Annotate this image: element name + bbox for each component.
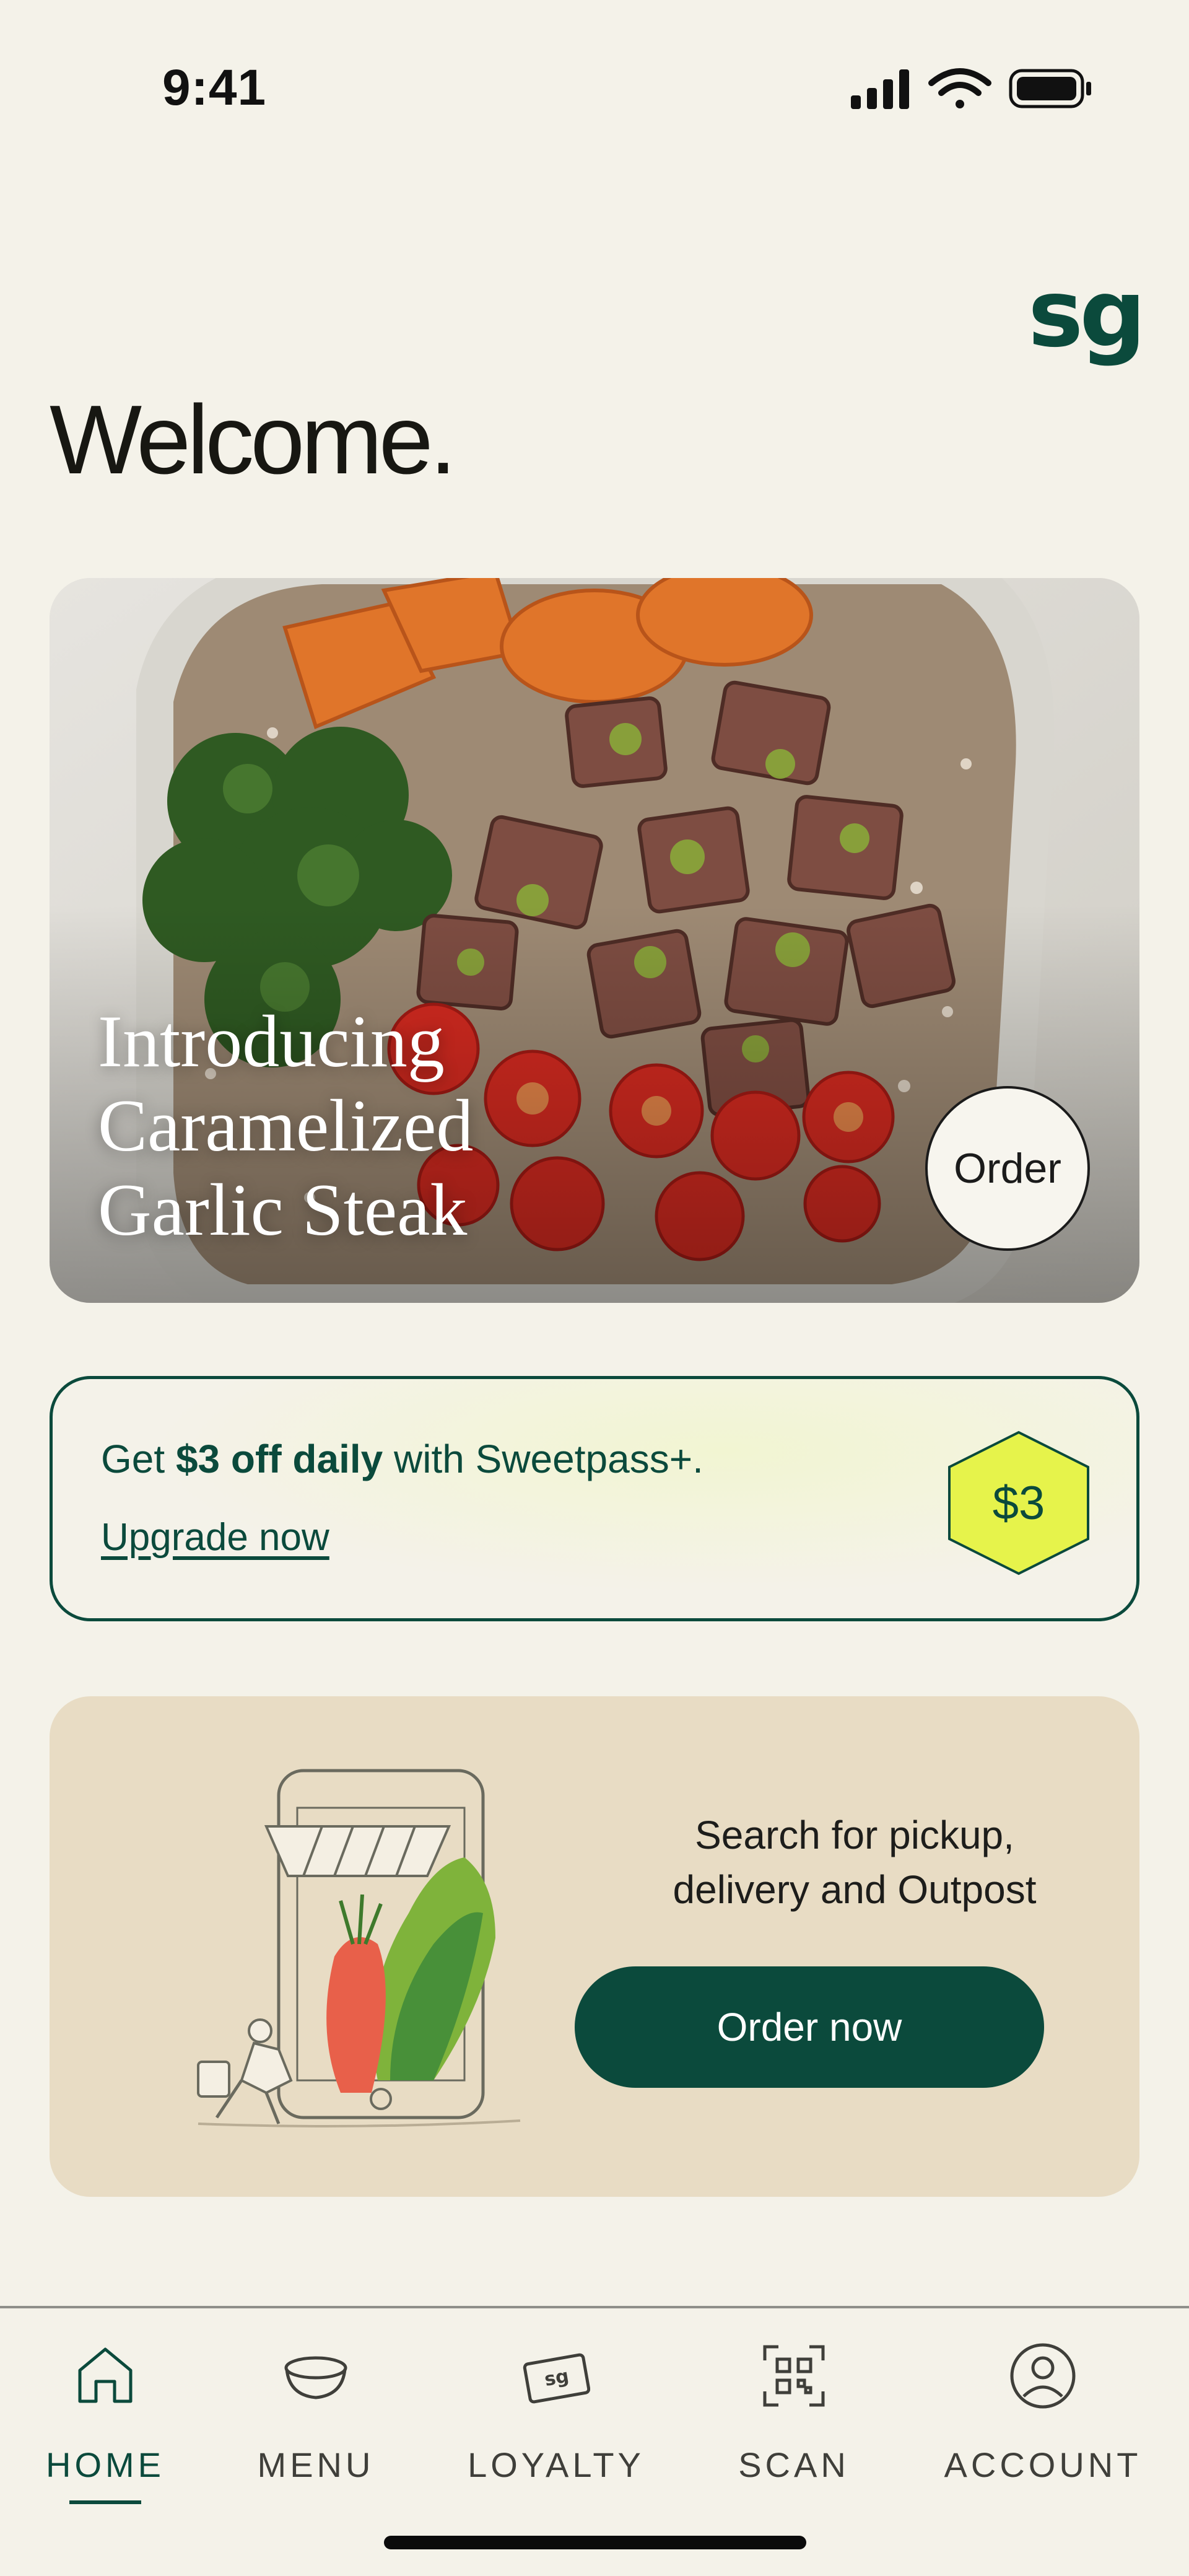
page-title: Welcome. xyxy=(50,385,457,494)
svg-text:sg: sg xyxy=(543,2365,571,2391)
qr-scan-icon xyxy=(763,2345,825,2407)
pickup-search-card: Search for pickup, delivery and Outpost … xyxy=(50,1696,1139,2197)
nav-scan[interactable]: SCAN xyxy=(675,2342,913,2485)
phone-storefront-illustration xyxy=(197,1769,521,2127)
sweetpass-promo-card[interactable]: Get $3 off daily with Sweetpass+. Upgrad… xyxy=(50,1376,1139,1621)
home-icon xyxy=(78,2347,133,2403)
sg-logo: sg xyxy=(1028,260,1146,368)
home-indicator[interactable] xyxy=(384,2536,806,2549)
hero-order-button[interactable]: Order xyxy=(925,1086,1090,1251)
hero-title-line: Introducing xyxy=(98,1000,445,1082)
status-icons xyxy=(851,68,1091,109)
nav-divider xyxy=(0,2306,1189,2308)
hero-title-line: Caramelized xyxy=(98,1084,474,1167)
nav-account[interactable]: ACCOUNT xyxy=(924,2342,1162,2485)
promo-suffix: with Sweetpass+. xyxy=(383,1437,703,1481)
pickup-line: Search for pickup, xyxy=(695,1813,1014,1857)
active-tab-indicator xyxy=(69,2500,141,2504)
hero-card[interactable]: Introducing Caramelized Garlic Steak Ord… xyxy=(50,578,1139,1303)
nav-label-home: HOME xyxy=(46,2445,165,2484)
nav-label-menu: MENU xyxy=(257,2445,375,2484)
nav-home[interactable]: HOME xyxy=(0,2342,224,2485)
promo-bold: $3 off daily xyxy=(175,1437,383,1481)
status-time: 9:41 xyxy=(162,59,267,116)
nav-loyalty[interactable]: sg LOYALTY xyxy=(437,2342,675,2485)
hero-title-line: Garlic Steak xyxy=(98,1168,468,1251)
bowl-icon xyxy=(284,2356,347,2399)
promo-text: Get $3 off daily with Sweetpass+. xyxy=(101,1436,703,1482)
nav-label-account: ACCOUNT xyxy=(944,2445,1142,2484)
upgrade-now-link[interactable]: Upgrade now xyxy=(101,1515,329,1559)
promo-badge-value: $3 xyxy=(992,1476,1045,1530)
order-now-button[interactable]: Order now xyxy=(575,1966,1044,2088)
hero-title: Introducing Caramelized Garlic Steak xyxy=(98,999,655,1252)
wifi-icon xyxy=(928,68,991,108)
nav-label-loyalty: LOYALTY xyxy=(468,2445,645,2484)
pickup-line: delivery and Outpost xyxy=(673,1867,1037,1912)
account-icon xyxy=(1010,2343,1076,2409)
battery-icon xyxy=(1009,69,1091,108)
sg-card-icon: sg xyxy=(523,2353,590,2404)
pickup-description: Search for pickup, delivery and Outpost xyxy=(570,1808,1139,1917)
nav-label-scan: SCAN xyxy=(738,2445,850,2484)
nav-menu[interactable]: MENU xyxy=(197,2342,435,2485)
promo-prefix: Get xyxy=(101,1437,176,1481)
signal-icon xyxy=(851,69,909,109)
